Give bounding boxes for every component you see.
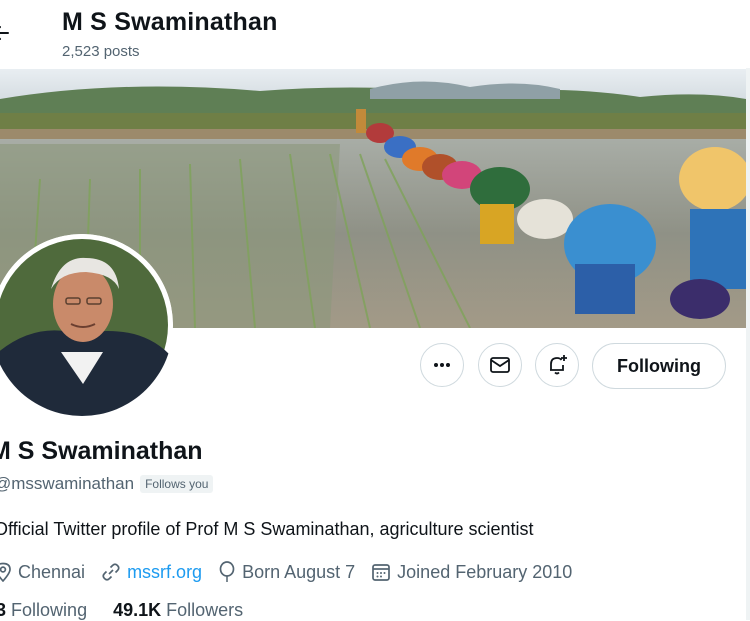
- following-stat[interactable]: 23 Following: [0, 600, 87, 621]
- profile-handle: @msswaminathan: [0, 474, 135, 493]
- balloon-icon: [219, 561, 235, 582]
- followers-stat-label: Followers: [166, 600, 244, 620]
- location-pin-icon: [0, 562, 11, 582]
- website-item[interactable]: mssrf.org: [101, 562, 202, 583]
- profile-bio: Official Twitter profile of Prof M S Swa…: [0, 519, 534, 539]
- arrow-left-icon: [0, 26, 9, 40]
- following-stat-label: Following: [11, 600, 88, 620]
- page-edge: [746, 0, 750, 620]
- calendar-icon: [372, 564, 391, 581]
- followers-count: 49.1K: [113, 600, 162, 620]
- follows-you-badge: Follows you: [140, 475, 214, 493]
- profile-meta: Chennai mssrf.org Born August 7 Joined F…: [0, 561, 588, 583]
- handle-row: @msswaminathan Follows you: [0, 474, 214, 494]
- following-count: 23: [0, 600, 7, 620]
- post-count: 2,523 posts: [62, 43, 140, 60]
- joined-item: Joined February 2010: [371, 562, 572, 583]
- link-icon: [102, 563, 120, 581]
- avatar-photo: [0, 234, 173, 416]
- more-button[interactable]: [420, 343, 464, 387]
- notify-button[interactable]: [535, 343, 579, 387]
- header-title: M S Swaminathan: [62, 8, 278, 36]
- message-button[interactable]: [478, 343, 522, 387]
- following-button[interactable]: Following: [592, 343, 726, 389]
- more-dots-icon: [434, 363, 450, 367]
- back-button[interactable]: [0, 18, 18, 48]
- follow-stats: 23 Following 49.1K Followers: [0, 600, 269, 621]
- profile-avatar[interactable]: [0, 234, 173, 416]
- profile-name: M S Swaminathan: [0, 437, 203, 465]
- followers-stat[interactable]: 49.1K Followers: [113, 600, 243, 621]
- birthday-text: Born August 7: [242, 561, 356, 582]
- location-text: Chennai: [18, 561, 86, 582]
- website-link[interactable]: mssrf.org: [127, 562, 202, 583]
- bell-plus-icon: [550, 355, 567, 375]
- birthday-item: Born August 7: [218, 561, 355, 583]
- profile-header-bar: M S Swaminathan 2,523 posts: [0, 0, 750, 68]
- joined-text: Joined February 2010: [397, 561, 573, 582]
- location-item: Chennai: [0, 562, 85, 583]
- envelope-icon: [490, 357, 510, 373]
